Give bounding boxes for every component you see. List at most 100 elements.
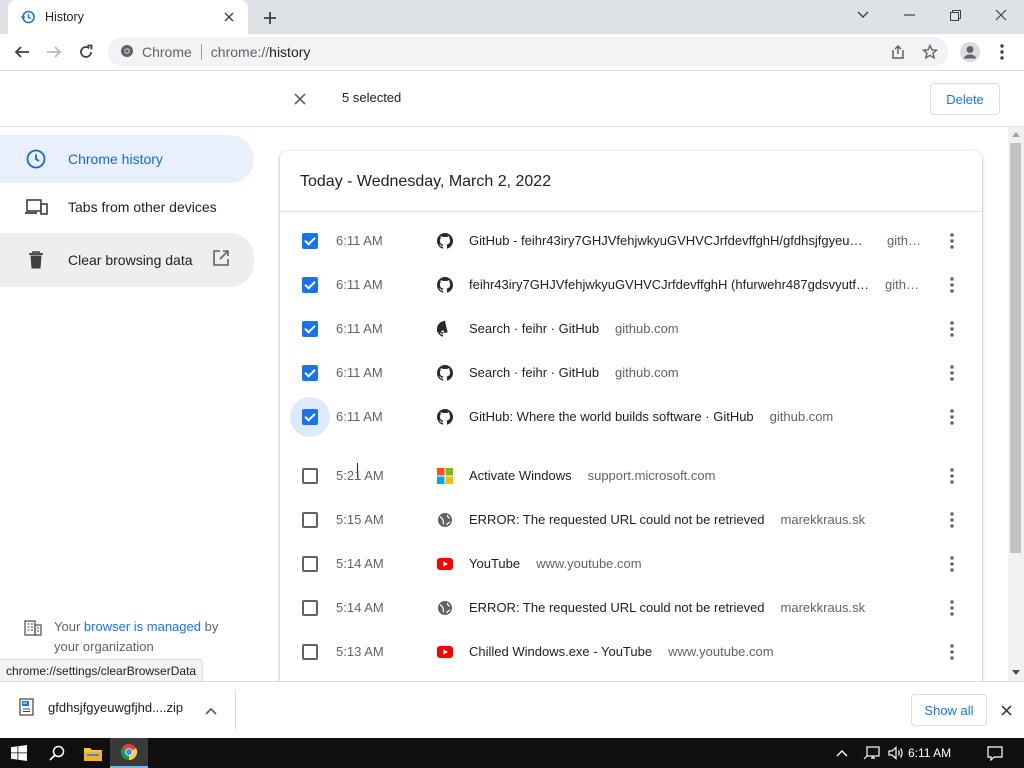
forward-button[interactable] [40, 38, 68, 66]
divider [235, 690, 236, 730]
delete-button[interactable]: Delete [930, 83, 1000, 115]
file-explorer-icon[interactable] [74, 738, 112, 768]
taskbar-clock[interactable]: 6:11 AM [908, 746, 951, 760]
sidebar-item-label: Clear browsing data [68, 252, 193, 268]
page-title[interactable]: feihr43iry7GHJVfehjwkyuGVHVCJrfdevffghH … [469, 277, 869, 292]
show-all-downloads-button[interactable]: Show all [911, 694, 987, 726]
page-title[interactable]: ERROR: The requested URL could not be re… [469, 512, 765, 527]
history-row[interactable]: 5:21 AM Activate Windows support.microsof… [280, 454, 982, 498]
divider [280, 211, 982, 212]
close-download-bar-icon[interactable] [996, 700, 1016, 720]
page-scrollbar[interactable] [1008, 127, 1024, 681]
clear-selection-icon[interactable] [289, 88, 311, 110]
chrome-logo-icon [120, 44, 134, 61]
tab-search-icon[interactable] [840, 0, 886, 30]
page-title[interactable]: GitHub: Where the world builds software … [469, 409, 754, 424]
download-file-name: gfdhsjfgyeuwgfjhd....zip [48, 699, 184, 715]
row-checkbox[interactable] [302, 468, 318, 484]
page-title[interactable]: Search · feihr · GitHub [469, 321, 599, 336]
history-row[interactable]: 6:11 AM feihr43iry7GHJVfehjwkyuGVHVCJrfd… [280, 263, 982, 307]
page-domain: github.com [769, 409, 834, 424]
row-checkbox[interactable] [302, 556, 318, 572]
history-row[interactable]: 6:11 AM Search · feihr · GitHub github.co… [280, 307, 982, 351]
youtube-icon [437, 644, 453, 660]
selected-count: 5 selected [342, 90, 402, 105]
github-icon [437, 409, 453, 425]
close-window-button[interactable] [978, 0, 1024, 30]
more-actions-icon[interactable] [940, 640, 964, 664]
site-label: Chrome [142, 44, 192, 60]
sidebar-item-tabs-from-other-devices[interactable]: Tabs from other devices [0, 183, 254, 231]
history-row[interactable]: 6:11 AM GitHub - feihr43iry7GHJVfehjwkyu… [280, 219, 982, 263]
chevron-up-icon[interactable] [832, 738, 852, 768]
page-title[interactable]: YouTube [469, 556, 520, 571]
row-checkbox[interactable] [302, 644, 318, 660]
browser-managed-link[interactable]: browser is managed [84, 619, 201, 634]
row-checkbox[interactable] [302, 321, 318, 337]
more-actions-icon[interactable] [940, 464, 964, 488]
notifications-icon[interactable] [976, 738, 1014, 768]
visit-time: 6:11 AM [336, 233, 383, 248]
visit-time: 6:11 AM [336, 277, 383, 292]
windows-start-icon[interactable] [0, 738, 38, 768]
page-title[interactable]: Search · feihr · GitHub [469, 365, 599, 380]
more-actions-icon[interactable] [940, 596, 964, 620]
page-title[interactable]: ERROR: The requested URL could not be re… [469, 600, 765, 615]
back-button[interactable] [8, 38, 36, 66]
more-actions-icon[interactable] [940, 317, 964, 341]
github-icon [437, 365, 453, 381]
building-icon [24, 617, 42, 657]
network-icon[interactable] [860, 738, 884, 768]
page-title[interactable]: Chilled Windows.exe - YouTube [469, 644, 652, 659]
bookmark-star-icon[interactable] [920, 42, 940, 62]
more-actions-icon[interactable] [940, 552, 964, 576]
page-domain: marekkraus.sk [780, 600, 866, 615]
history-row[interactable]: 6:11 AM Search · feihr · GitHub github.co… [280, 351, 982, 395]
restore-button[interactable] [932, 0, 978, 30]
more-actions-icon[interactable] [940, 361, 964, 385]
row-checkbox[interactable] [302, 233, 318, 249]
share-icon[interactable] [888, 42, 908, 62]
reload-button[interactable] [72, 38, 100, 66]
download-item[interactable]: gfdhsjfgyeuwgfjhd....zip [18, 698, 183, 716]
visit-time: 6:11 AM [336, 321, 383, 336]
page-domain: www.youtube.com [668, 644, 774, 659]
chevron-up-icon[interactable] [202, 702, 220, 720]
more-actions-icon[interactable] [940, 508, 964, 532]
minimize-button[interactable] [886, 0, 932, 30]
history-row[interactable]: 5:14 AM YouTube www.youtube.com [280, 542, 982, 586]
row-checkbox[interactable] [302, 600, 318, 616]
row-checkbox[interactable] [302, 277, 318, 293]
history-row[interactable]: 6:11 AM GitHub: Where the world builds s… [280, 395, 982, 439]
zip-file-icon [18, 698, 36, 716]
globe-icon [437, 600, 453, 616]
more-actions-icon[interactable] [940, 405, 964, 429]
sidebar-item-chrome-history[interactable]: Chrome history [0, 135, 254, 183]
scrollbar-thumb[interactable] [1010, 143, 1021, 553]
sidebar-item-label: Tabs from other devices [68, 199, 217, 215]
address-bar[interactable]: Chrome chrome://history [108, 37, 948, 67]
page-domain: github.com [615, 365, 679, 380]
page-title[interactable]: Activate Windows [469, 468, 572, 483]
new-tab-button[interactable] [258, 6, 282, 30]
row-checkbox[interactable] [302, 512, 318, 528]
url-text: chrome://history [210, 44, 311, 60]
tab-history[interactable]: History [8, 0, 248, 34]
sidebar-item-clear-browsing-data[interactable]: Clear browsing data [0, 233, 254, 287]
history-row[interactable]: 5:15 AM ERROR: The requested URL could n… [280, 498, 982, 542]
volume-icon[interactable] [884, 738, 908, 768]
page-title[interactable]: GitHub - feihr43iry7GHJVfehjwkyuGVHVCJrf… [469, 233, 871, 248]
history-row[interactable]: 5:14 AM ERROR: The requested URL could n… [280, 586, 982, 630]
more-actions-icon[interactable] [940, 229, 964, 253]
page-domain: gith… [887, 233, 921, 248]
row-checkbox[interactable] [302, 409, 318, 425]
row-checkbox[interactable] [302, 365, 318, 381]
history-row[interactable]: 5:13 AM Chilled Windows.exe - YouTube www… [280, 630, 982, 674]
chrome-menu-icon[interactable] [988, 38, 1016, 66]
chrome-taskbar-icon[interactable] [110, 738, 148, 768]
search-icon[interactable] [38, 738, 76, 768]
more-actions-icon[interactable] [940, 273, 964, 297]
visit-time: 5:15 AM [336, 512, 384, 527]
close-tab-icon[interactable] [220, 8, 238, 26]
profile-avatar-icon[interactable] [956, 38, 984, 66]
